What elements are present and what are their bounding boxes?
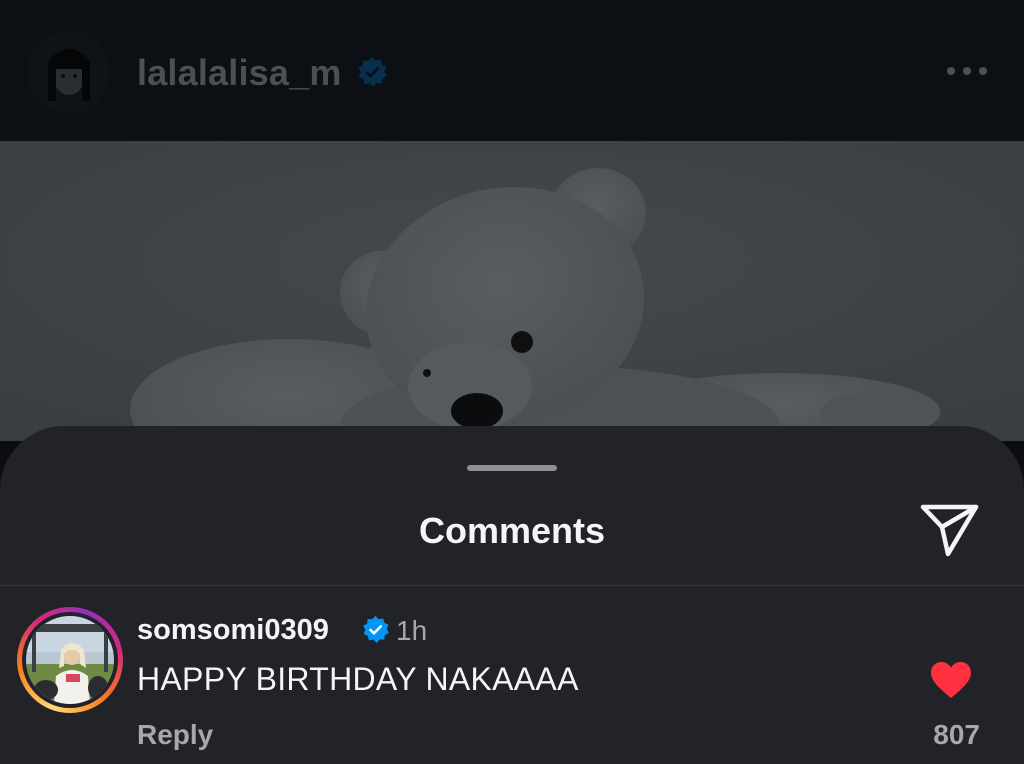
sheet-title: Comments xyxy=(418,510,606,551)
comment-avatar-story-ring[interactable] xyxy=(17,607,123,713)
comment-timestamp: 1h xyxy=(396,615,428,646)
comment-text: HAPPY BIRTHDAY NAKAAAA xyxy=(137,661,579,697)
reply-button[interactable]: Reply xyxy=(137,719,213,751)
like-count[interactable]: 807 xyxy=(900,719,980,751)
post-author-avatar[interactable] xyxy=(28,31,110,113)
post-header: lalalalisa_m xyxy=(0,0,1024,141)
verified-badge-icon xyxy=(361,615,390,644)
verified-badge-icon xyxy=(356,56,388,88)
heart-icon[interactable] xyxy=(929,660,973,700)
avatar[interactable] xyxy=(26,616,114,704)
post-author-username[interactable]: lalalalisa_m xyxy=(137,52,342,94)
sheet-divider xyxy=(0,585,1024,586)
sheet-drag-handle[interactable] xyxy=(467,465,557,471)
comments-sheet: Comments somsomi0309 1h HAPPY BIRTHDAY N… xyxy=(0,426,1024,764)
post-photo xyxy=(0,141,1024,486)
send-icon[interactable] xyxy=(918,500,982,560)
comment-username[interactable]: somsomi0309 xyxy=(137,614,329,647)
more-options-icon[interactable] xyxy=(944,62,990,80)
